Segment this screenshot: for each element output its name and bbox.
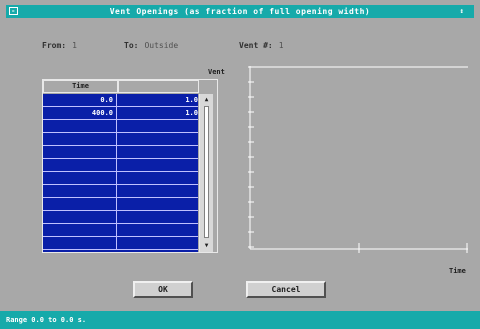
chart-x-label: Time: [449, 267, 466, 275]
fraction-cell[interactable]: [117, 146, 202, 158]
table-row[interactable]: [43, 146, 198, 159]
from-value: 1: [72, 41, 77, 50]
table-row[interactable]: [43, 198, 198, 211]
scroll-thumb[interactable]: [204, 106, 209, 238]
table-row[interactable]: [43, 133, 198, 146]
to-label: To:: [124, 41, 139, 50]
time-cell[interactable]: [43, 211, 117, 223]
fraction-cell[interactable]: 1.0: [117, 94, 202, 106]
time-cell[interactable]: [43, 172, 117, 184]
table-row[interactable]: [43, 120, 198, 133]
vent-field: Vent #: 1: [239, 41, 284, 50]
time-cell[interactable]: [43, 159, 117, 171]
vent-openings-dialog: - Vent Openings (as fraction of full ope…: [6, 5, 474, 323]
fraction-cell[interactable]: [117, 172, 202, 184]
table-row[interactable]: [43, 224, 198, 237]
scroll-up-icon[interactable]: ▲: [202, 96, 211, 104]
time-cell[interactable]: [43, 198, 117, 210]
from-field: From: 1: [42, 41, 77, 50]
scroll-down-icon[interactable]: ▼: [202, 242, 211, 250]
cancel-button[interactable]: Cancel: [246, 281, 326, 298]
time-cell[interactable]: 400.0: [43, 107, 117, 119]
table-row[interactable]: 0.0 1.0: [43, 94, 198, 107]
fraction-cell[interactable]: [117, 133, 202, 145]
window-controls-icon[interactable]: ↕: [455, 7, 469, 15]
table-row[interactable]: 400.0 1.0: [43, 107, 198, 120]
fraction-cell[interactable]: [117, 224, 202, 236]
title-bar[interactable]: - Vent Openings (as fraction of full ope…: [6, 5, 474, 18]
table-row[interactable]: [43, 211, 198, 224]
fraction-cell[interactable]: [117, 120, 202, 132]
fraction-cell[interactable]: [117, 185, 202, 197]
to-field: To: Outside: [124, 41, 178, 50]
table-header: Time: [43, 80, 217, 94]
status-bar: Range 0.0 to 0.0 s.: [0, 311, 480, 329]
time-cell[interactable]: [43, 185, 117, 197]
chart-y-label: Vent: [208, 68, 225, 76]
table-row[interactable]: [43, 185, 198, 198]
vent-value: 1: [278, 41, 284, 50]
table-body: 0.0 1.0 400.0 1.0: [43, 94, 198, 252]
time-cell[interactable]: [43, 120, 117, 132]
time-cell[interactable]: 0.0: [43, 94, 117, 106]
time-cell[interactable]: [43, 237, 117, 249]
table-row[interactable]: [43, 237, 198, 250]
time-cell[interactable]: [43, 146, 117, 158]
column-header-time[interactable]: Time: [43, 80, 118, 93]
dialog-title: Vent Openings (as fraction of full openi…: [109, 7, 371, 16]
time-cell[interactable]: [43, 133, 117, 145]
fraction-cell[interactable]: [117, 211, 202, 223]
fraction-cell[interactable]: 1.0: [117, 107, 202, 119]
ok-button[interactable]: OK: [133, 281, 193, 298]
time-cell[interactable]: [43, 224, 117, 236]
system-menu-icon[interactable]: -: [9, 7, 18, 15]
table-row[interactable]: [43, 172, 198, 185]
table-scrollbar[interactable]: ▲ ▼: [199, 94, 213, 252]
fraction-cell[interactable]: [117, 237, 202, 249]
vent-chart: [248, 66, 468, 253]
vent-schedule-table[interactable]: Time 0.0 1.0 400.0 1.0 ▲ ▼: [42, 79, 218, 253]
column-header-fraction[interactable]: [118, 80, 199, 93]
vent-label: Vent #:: [239, 41, 273, 50]
fraction-cell[interactable]: [117, 198, 202, 210]
fraction-cell[interactable]: [117, 159, 202, 171]
table-row[interactable]: [43, 159, 198, 172]
from-label: From:: [42, 41, 67, 50]
to-value: Outside: [144, 41, 179, 50]
